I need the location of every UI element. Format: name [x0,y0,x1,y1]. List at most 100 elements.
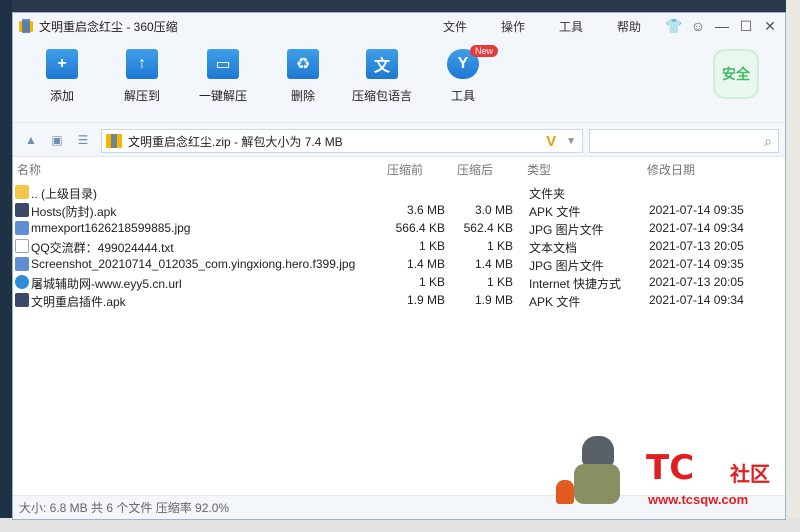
menu-help[interactable]: 帮助 [617,18,641,35]
up-arrow-icon[interactable]: ▲ [23,132,39,148]
watermark-url: www.tcsqw.com [648,492,749,507]
zip-file-icon [106,134,122,148]
file-post-size: 1 KB [486,239,513,253]
list-view-icon[interactable]: ☰ [75,132,91,148]
file-date: 2021-07-14 09:34 [649,221,744,235]
watermark-tc: TC [646,448,695,488]
status-text: 大小: 6.8 MB 共 6 个文件 压缩率 92.0% [19,501,230,515]
file-name: 文明重启插件.apk [31,295,126,309]
extract-to-icon: ↑ [126,49,158,79]
file-date: 2021-07-13 20:05 [649,239,744,253]
file-name: mmexport1626218599885.jpg [31,221,191,235]
safe-label: 安全 [722,66,750,82]
file-post-size: 3.0 MB [474,203,513,217]
archive-language-icon: 文 [366,49,398,79]
txt-file-icon [15,239,29,253]
desktop-bottom-strip [0,518,800,532]
desktop-right-strip [786,0,800,532]
chevron-down-icon[interactable]: ▼ [566,136,576,147]
column-pre-size[interactable]: 压缩前 [387,161,423,178]
one-click-extract-icon: ▭ [207,49,239,79]
minimize-button[interactable]: — [711,16,733,36]
file-type: 文件夹 [529,187,566,201]
file-name: .. (上级目录) [31,187,97,201]
menu-file[interactable]: 文件 [443,18,467,35]
file-row[interactable]: Hosts(防封).apk 3.6 MB 3.0 MB APK 文件 2021-07-1… [13,201,785,219]
delete-button[interactable]: ♻ 删除 [268,49,338,104]
column-type[interactable]: 类型 [527,161,551,178]
file-type: APK 文件 [529,205,581,219]
file-name: 屠城辅助网-www.eyy5.cn.url [31,277,182,291]
file-row[interactable]: 屠城辅助网-www.eyy5.cn.url 1 KB 1 KB Internet 快捷… [13,273,785,291]
url-file-icon [15,275,29,289]
desktop-left-strip [0,0,12,532]
menu-tools[interactable]: 工具 [559,18,583,35]
apk-file-icon [15,203,29,217]
tools-button[interactable]: Y New 工具 [428,45,499,104]
file-type: JPG 图片文件 [529,259,604,273]
file-row[interactable]: Screenshot_20210714_012035_com.yingxiong… [13,255,785,273]
file-type: JPG 图片文件 [529,223,604,237]
file-type: 文本文档 [529,241,578,255]
one-click-extract-label: 一键解压 [198,89,247,103]
delete-label: 删除 [290,89,315,103]
window-controls: 👕 ☺ — ☐ ✕ [661,13,781,39]
safe-shield-icon[interactable]: 安全 [713,49,759,99]
file-pre-size: 1.4 MB [406,257,445,271]
add-label: 添加 [49,89,74,103]
file-name: QQ交流群：499024444.txt [31,241,174,255]
folder-file-icon [15,185,29,199]
file-post-size: 1.4 MB [474,257,513,271]
address-bar: ▲ ▣ ☰ 文明重启念红尘.zip - 解包大小为 7.4 MB V ▼ ⌕ [13,123,785,157]
file-type: APK 文件 [529,295,581,309]
file-row[interactable]: QQ交流群：499024444.txt 1 KB 1 KB 文本文档 2021-07-1… [13,237,785,255]
skin-icon[interactable]: 👕 [663,16,685,36]
mascot-body [574,464,620,504]
add-button[interactable]: + 添加 [27,49,97,104]
file-post-size: 1.9 MB [474,293,513,307]
maximize-button[interactable]: ☐ [735,16,757,36]
extract-to-label: 解压到 [123,89,160,103]
path-field[interactable]: 文明重启念红尘.zip - 解包大小为 7.4 MB V ▼ [101,129,583,153]
file-date: 2021-07-14 09:34 [649,293,744,307]
search-input[interactable]: ⌕ [589,129,779,153]
file-name: Screenshot_20210714_012035_com.yingxiong… [31,257,356,271]
delete-icon: ♻ [287,49,319,79]
add-icon: + [46,49,78,79]
file-row[interactable]: .. (上级目录) 文件夹 [13,183,785,201]
file-type: Internet 快捷方式 [529,277,622,291]
zip-app-icon [19,19,33,33]
title-bar: 文明重启念红尘 - 360压缩 文件 操作 工具 帮助 👕 ☺ — ☐ ✕ [13,13,785,39]
archive-language-label: 压缩包语言 [351,89,412,103]
file-pre-size: 566.4 KB [395,221,445,235]
archive-language-button[interactable]: 文 压缩包语言 [347,49,417,104]
mascot-helmet [582,436,614,466]
watermark-area: 社区 [730,464,770,486]
toolbar: + 添加 ↑ 解压到 ▭ 一键解压 ♻ 删除 文 压缩包语言 Y New 工具 … [13,39,785,123]
column-name[interactable]: 名称 [17,161,41,178]
watermark-logo: TC 社区 www.tcsqw.com [646,448,786,512]
tools-label: 工具 [450,89,475,103]
file-list: 名称 压缩前 压缩后 类型 修改日期 .. (上级目录) 文件夹 Hosts(防封)… [13,157,785,497]
campfire-icon [556,480,574,504]
search-icon[interactable]: ⌕ [764,133,772,150]
new-badge: New [470,45,499,57]
menu-bar: 文件 操作 工具 帮助 [443,13,675,39]
menu-operate[interactable]: 操作 [501,18,525,35]
extract-to-button[interactable]: ↑ 解压到 [107,49,177,104]
jpg-file-icon [15,221,29,235]
column-post-size[interactable]: 压缩后 [457,161,493,178]
close-button[interactable]: ✕ [759,16,781,36]
column-date[interactable]: 修改日期 [647,161,695,178]
desktop-top-strip [0,0,800,12]
file-date: 2021-07-13 20:05 [649,275,744,289]
verified-v-icon[interactable]: V [546,133,556,150]
file-row[interactable]: mmexport1626218599885.jpg 566.4 KB 562.4 K… [13,219,785,237]
one-click-extract-button[interactable]: ▭ 一键解压 [188,49,258,104]
jpg-file-icon [15,257,29,271]
feedback-icon[interactable]: ☺ [687,16,709,36]
file-row[interactable]: 文明重启插件.apk 1.9 MB 1.9 MB APK 文件 2021-07-14 0… [13,291,785,309]
file-date: 2021-07-14 09:35 [649,257,744,271]
thumbnail-view-icon[interactable]: ▣ [49,132,65,148]
file-pre-size: 1 KB [418,239,445,253]
